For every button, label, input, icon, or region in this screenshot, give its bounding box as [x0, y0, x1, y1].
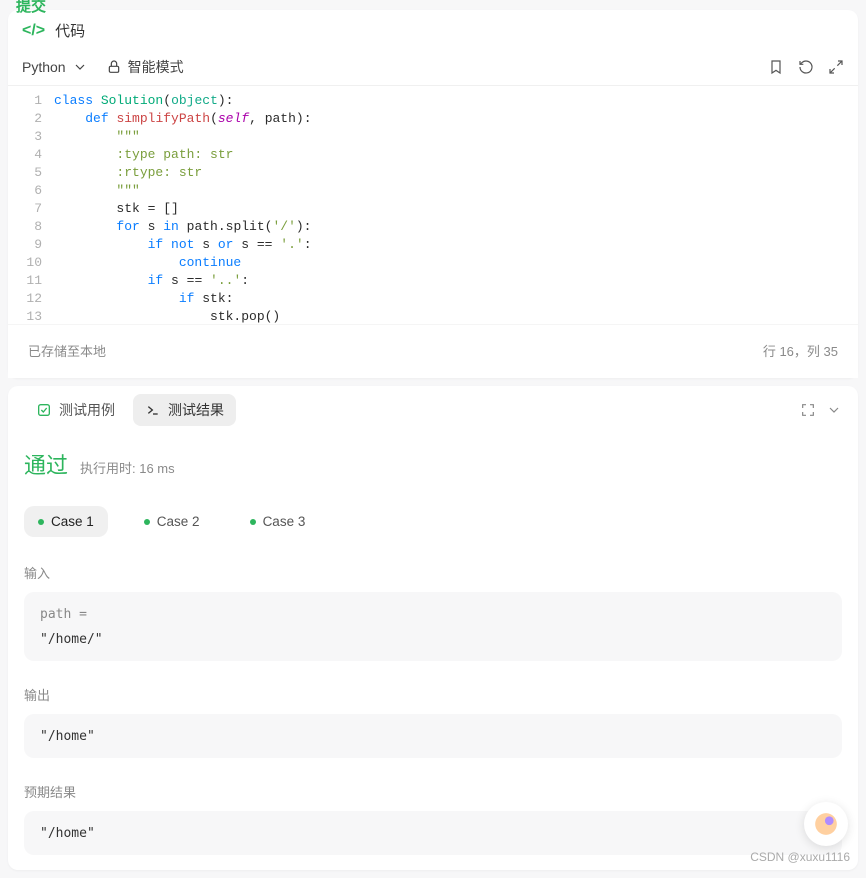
case-tab-3[interactable]: Case 3	[236, 506, 320, 537]
code-icon: </>	[22, 22, 45, 40]
save-status: 已存储至本地	[28, 341, 106, 360]
status-dot	[38, 519, 44, 525]
code-panel-header: </> 代码	[8, 10, 858, 49]
tab-test-cases[interactable]: 测试用例	[24, 394, 127, 426]
input-param-name: path =	[40, 607, 87, 622]
case-tab-1[interactable]: Case 1	[24, 506, 108, 537]
submit-button[interactable]: 提交	[16, 0, 46, 16]
undo-icon[interactable]	[798, 59, 814, 75]
sparkle-icon	[813, 811, 839, 837]
watermark: CSDN @xuxu1116	[750, 850, 850, 864]
runtime-label: 执行用时: 16 ms	[80, 458, 175, 477]
case-tab-label: Case 2	[157, 514, 200, 529]
expected-box: "/home"	[24, 811, 842, 855]
tab-cases-label: 测试用例	[59, 400, 115, 420]
lock-icon	[106, 59, 122, 75]
code-toolbar: Python 智能模式	[8, 49, 858, 86]
assistant-float-button[interactable]	[804, 802, 848, 846]
code-title: 代码	[55, 20, 85, 41]
fullscreen-icon[interactable]	[800, 402, 816, 418]
output-box: "/home"	[24, 714, 842, 758]
output-section-label: 输出	[24, 685, 842, 704]
tab-test-results[interactable]: 测试结果	[133, 394, 236, 426]
results-tabbar: 测试用例 测试结果	[8, 386, 858, 434]
case-tab-label: Case 1	[51, 514, 94, 529]
terminal-icon	[145, 402, 161, 418]
code-content: class Solution(object): def simplifyPath…	[54, 92, 858, 318]
case-tab-label: Case 3	[263, 514, 306, 529]
case-tab-2[interactable]: Case 2	[130, 506, 214, 537]
results-body: 通过 执行用时: 16 ms Case 1 Case 2 Case 3 输入 p…	[8, 434, 858, 870]
output-value: "/home"	[40, 729, 95, 744]
pass-title: 通过	[24, 448, 68, 480]
status-dot	[250, 519, 256, 525]
top-toolbar: 提交	[0, 0, 866, 10]
expected-section-label: 预期结果	[24, 782, 842, 801]
smart-mode[interactable]: 智能模式	[106, 57, 184, 77]
submit-label: 提交	[16, 0, 46, 16]
expand-icon[interactable]	[828, 59, 844, 75]
language-selector[interactable]: Python	[22, 59, 88, 75]
bookmark-icon[interactable]	[768, 59, 784, 75]
case-tab-list: Case 1 Case 2 Case 3	[24, 506, 842, 537]
input-box: path = "/home/"	[24, 592, 842, 661]
expected-value: "/home"	[40, 826, 95, 841]
checkbox-icon	[36, 402, 52, 418]
tab-results-label: 测试结果	[168, 400, 224, 420]
collapse-icon[interactable]	[826, 402, 842, 418]
editor-statusbar: 已存储至本地 行 16，列 35	[8, 324, 858, 378]
results-panel: 测试用例 测试结果 通过 执行用时: 16 ms Case 1 Case 2	[8, 386, 858, 870]
cursor-position: 行 16，列 35	[763, 341, 838, 360]
code-editor[interactable]: 12345678910111213 class Solution(object)…	[8, 86, 858, 324]
input-value: "/home/"	[40, 632, 826, 647]
pass-status-row: 通过 执行用时: 16 ms	[24, 448, 842, 480]
code-panel: </> 代码 Python 智能模式 12345678910111213 cla…	[8, 10, 858, 378]
line-gutter: 12345678910111213	[8, 92, 54, 318]
language-label: Python	[22, 59, 66, 75]
input-section-label: 输入	[24, 563, 842, 582]
status-dot	[144, 519, 150, 525]
mode-label: 智能模式	[128, 57, 184, 77]
chevron-down-icon	[72, 59, 88, 75]
